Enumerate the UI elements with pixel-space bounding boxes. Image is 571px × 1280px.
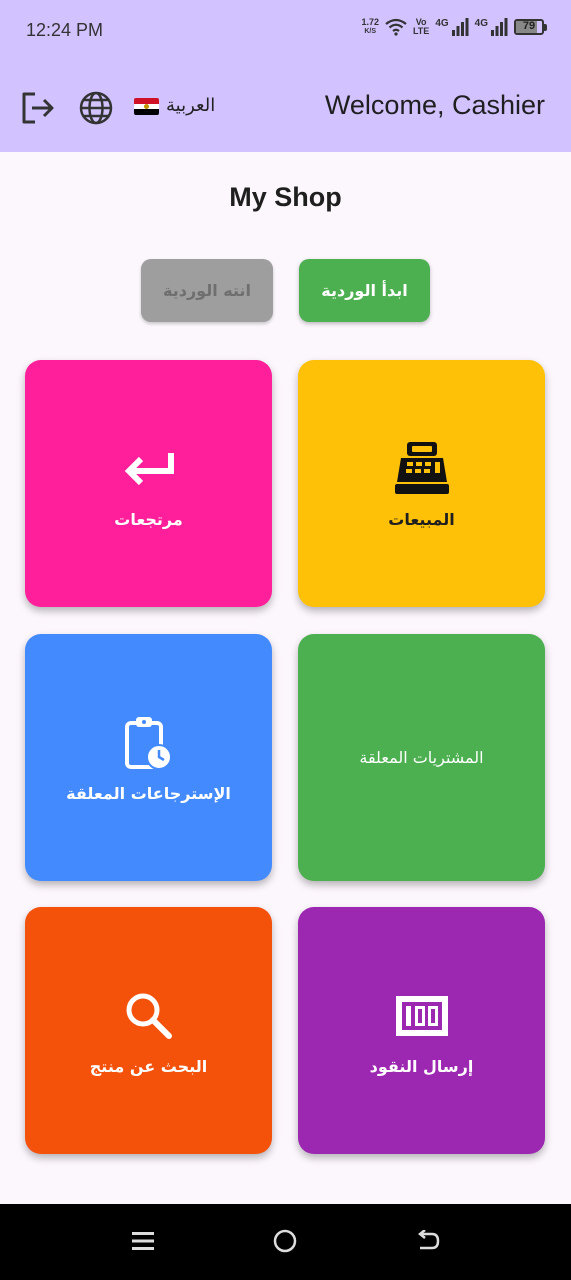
- returns-tile-label: مرتجعات: [114, 510, 183, 529]
- cash-register-icon: [394, 442, 449, 494]
- clipboard-clock-icon: [124, 717, 172, 770]
- send-money-tile-label: إرسال النقود: [369, 1057, 474, 1076]
- globe-icon[interactable]: [78, 90, 114, 126]
- end-shift-button[interactable]: انته الوردية: [141, 259, 273, 322]
- menu-icon[interactable]: [132, 1230, 154, 1252]
- money-bill-icon: [395, 996, 448, 1036]
- signal-icon: [451, 18, 469, 36]
- network-speed-unit: K/S: [364, 28, 377, 35]
- pending-purchases-tile[interactable]: المشتريات المعلقة: [298, 634, 545, 881]
- pending-purchases-tile-label: المشتريات المعلقة: [359, 748, 484, 767]
- welcome-text: Welcome, Cashier: [324, 90, 545, 120]
- signal-icon-2: [491, 18, 508, 36]
- volte-bottom: LTE: [412, 26, 430, 36]
- wifi-icon: [385, 18, 407, 36]
- product-search-tile-label: البحث عن منتج: [89, 1057, 208, 1076]
- network-speed-value: 1.72: [361, 17, 379, 27]
- language-selector[interactable]: العربية: [166, 95, 215, 116]
- search-icon: [126, 993, 172, 1039]
- send-money-tile[interactable]: إرسال النقود: [298, 907, 545, 1154]
- pending-returns-tile-label: الإسترجاعات المعلقة: [66, 784, 231, 803]
- home-icon[interactable]: [272, 1228, 298, 1254]
- shop-title: My Shop: [229, 182, 342, 212]
- network-speed: 1.72 K/S: [361, 18, 379, 36]
- sim2-network-type: 4G: [474, 18, 488, 29]
- pending-returns-tile[interactable]: الإسترجاعات المعلقة: [25, 634, 272, 881]
- return-arrow-icon: [124, 453, 174, 486]
- logout-icon[interactable]: [20, 90, 56, 126]
- battery-level: 79: [522, 20, 536, 32]
- sales-tile-label: المبيعات: [388, 510, 455, 529]
- back-icon[interactable]: [416, 1230, 440, 1252]
- product-search-tile[interactable]: البحث عن منتج: [25, 907, 272, 1154]
- app-bar: العربية Welcome, Cashier: [0, 62, 571, 152]
- system-nav-bar: [0, 1204, 571, 1280]
- status-bar: 12:24 PM 1.72 K/S Vo LTE 4G 4G 79: [0, 0, 571, 62]
- sales-tile[interactable]: المبيعات: [298, 360, 545, 607]
- status-time: 12:24 PM: [26, 20, 104, 40]
- returns-tile[interactable]: مرتجعات: [25, 360, 272, 607]
- egypt-flag-icon[interactable]: [134, 98, 159, 115]
- volte-indicator: Vo LTE: [413, 18, 429, 36]
- status-icons: 1.72 K/S Vo LTE 4G 4G 79: [361, 18, 547, 36]
- battery-icon: 79: [514, 19, 547, 35]
- start-shift-button[interactable]: ابدأ الوردية: [299, 259, 430, 322]
- sim1-network-type: 4G: [435, 18, 449, 29]
